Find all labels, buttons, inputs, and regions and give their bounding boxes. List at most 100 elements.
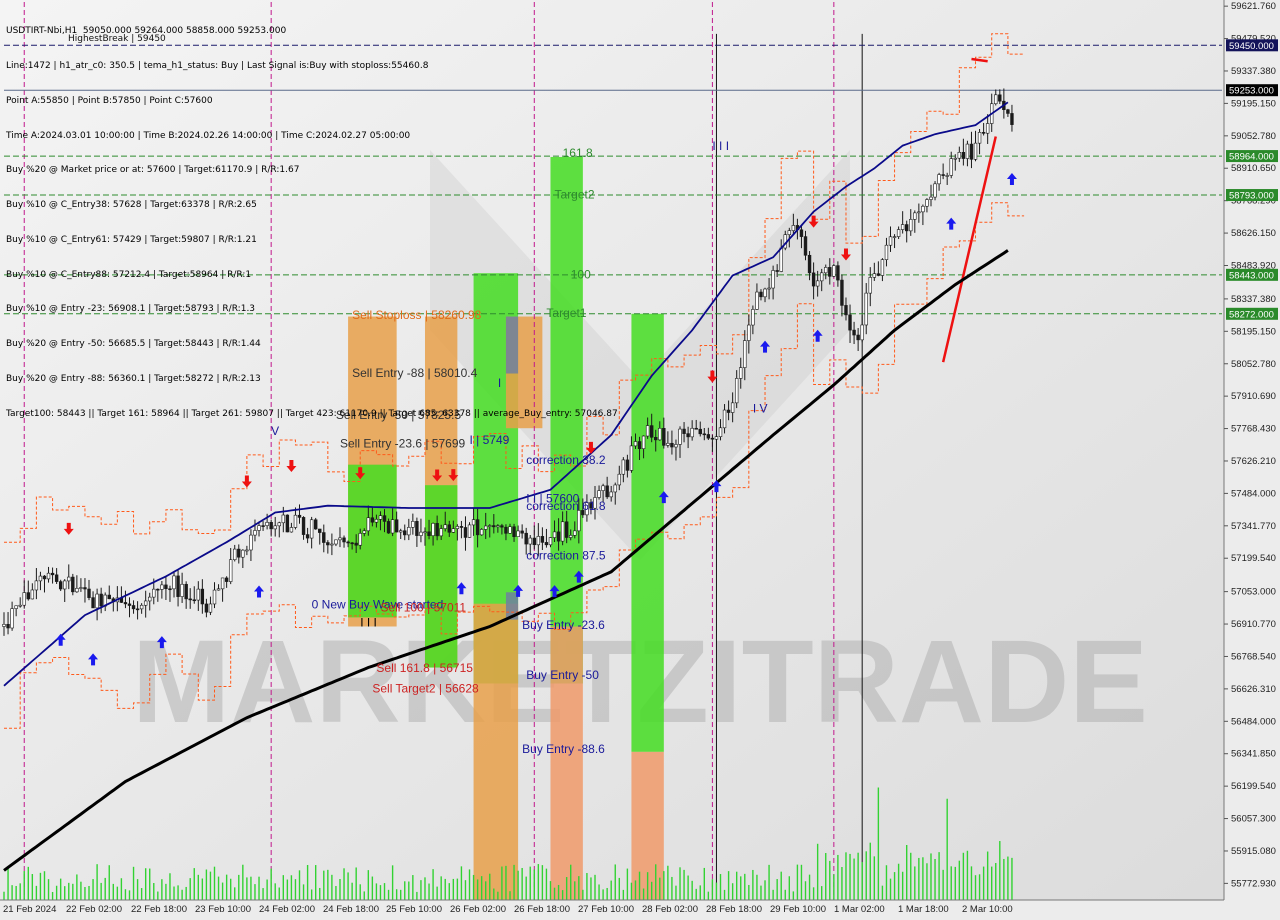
candle-body	[884, 244, 889, 260]
candle-body	[394, 519, 399, 533]
candle-body	[297, 514, 302, 518]
candle-body	[649, 425, 654, 438]
candle-body	[309, 519, 314, 539]
candle-body	[378, 515, 383, 520]
candle-body	[726, 409, 731, 413]
candle-body	[876, 273, 881, 276]
candle-body	[678, 428, 682, 445]
candle-body	[58, 581, 63, 590]
candle-body	[520, 530, 524, 534]
candle-body	[305, 534, 310, 539]
zone-rect	[348, 464, 397, 618]
price-marker-label: 59253.000	[1229, 86, 1274, 97]
candle-body	[828, 267, 832, 277]
price-tick-label: 56484.000	[1231, 716, 1276, 727]
candle-body	[791, 225, 796, 231]
price-marker-label: 58272.000	[1229, 309, 1274, 320]
annotation-label: Buy Entry -50	[526, 668, 599, 682]
candle-body	[475, 519, 480, 536]
candle-body	[771, 270, 775, 289]
candle-body	[670, 442, 674, 448]
highest-break-label: HighestBreak | 59450	[68, 34, 166, 44]
candle-body	[985, 123, 990, 134]
candle-body	[799, 229, 804, 237]
price-axis: 59621.76059479.52059337.38059195.1505905…	[1223, 0, 1278, 900]
candle-body	[734, 378, 739, 404]
candle-body	[156, 588, 160, 591]
candle-body	[913, 212, 917, 220]
candle-body	[532, 537, 536, 546]
time-axis-bg	[0, 900, 1280, 920]
candle-body	[143, 600, 148, 606]
candle-body	[484, 525, 488, 530]
candle-body	[945, 175, 949, 177]
price-tick-label: 57626.210	[1231, 456, 1276, 467]
candle-body	[107, 594, 111, 600]
candle-body	[63, 580, 67, 590]
candle-body	[265, 522, 269, 526]
candle-body	[564, 521, 569, 538]
candle-body	[123, 602, 128, 605]
candle-body	[961, 152, 966, 159]
candle-body	[896, 229, 901, 237]
candle-body	[892, 236, 897, 238]
candle-body	[994, 94, 998, 105]
candle-body	[14, 605, 18, 609]
price-tick-label: 56199.540	[1231, 781, 1276, 792]
candle-body	[342, 537, 346, 543]
candle-body	[261, 525, 265, 527]
candle-body	[597, 490, 601, 498]
candle-body	[407, 527, 411, 536]
candle-body	[718, 427, 723, 437]
candle-body	[451, 528, 456, 533]
candle-body	[411, 521, 415, 528]
candle-body	[374, 519, 379, 523]
price-tick-label: 57053.000	[1231, 587, 1276, 598]
candle-body	[698, 428, 702, 435]
candle-body	[488, 525, 492, 527]
candle-body	[577, 510, 581, 532]
candle-body	[358, 533, 362, 546]
price-tick-label: 56910.770	[1231, 619, 1276, 630]
candle-body	[439, 528, 443, 537]
candle-body	[200, 588, 205, 605]
candle-body	[747, 324, 751, 341]
candle-body	[666, 442, 670, 446]
candle-body	[702, 433, 707, 436]
candle-body	[832, 265, 836, 277]
candle-body	[937, 174, 941, 185]
candle-body	[22, 592, 26, 606]
price-tick-label: 56341.850	[1231, 749, 1276, 760]
price-tick-label: 56768.540	[1231, 651, 1276, 662]
candle-body	[909, 219, 913, 232]
candle-body	[658, 428, 662, 441]
candle-body	[714, 436, 719, 440]
candle-body	[730, 402, 735, 413]
price-tick-label: 57910.690	[1231, 391, 1276, 402]
info-line-buy-88: Buy %20 @ Entry -88: 56360.1 | Target:58…	[6, 374, 261, 384]
candle-body	[941, 174, 945, 176]
candle-body	[787, 230, 792, 235]
annotation-label: Buy Entry -88.6	[522, 742, 605, 756]
candle-body	[965, 143, 970, 159]
candle-body	[471, 519, 476, 526]
time-tick-label: 1 Mar 02:00	[834, 904, 885, 915]
candle-body	[403, 530, 407, 536]
candle-body	[322, 532, 326, 543]
candle-body	[880, 259, 885, 276]
candle-body	[326, 542, 330, 546]
candle-body	[722, 409, 727, 429]
price-tick-label: 59337.380	[1231, 66, 1276, 77]
candle-body	[625, 459, 630, 471]
candle-body	[455, 526, 460, 529]
time-tick-label: 1 Mar 18:00	[898, 904, 949, 915]
candle-body	[536, 536, 541, 546]
time-tick-label: 28 Feb 02:00	[642, 904, 698, 915]
price-tick-label: 58910.650	[1231, 163, 1276, 174]
time-tick-label: 22 Feb 02:00	[66, 904, 122, 915]
candle-body	[479, 529, 484, 536]
candle-body	[237, 548, 241, 558]
candle-body	[528, 537, 532, 545]
candle-body	[463, 527, 468, 538]
candle-body	[548, 537, 553, 546]
